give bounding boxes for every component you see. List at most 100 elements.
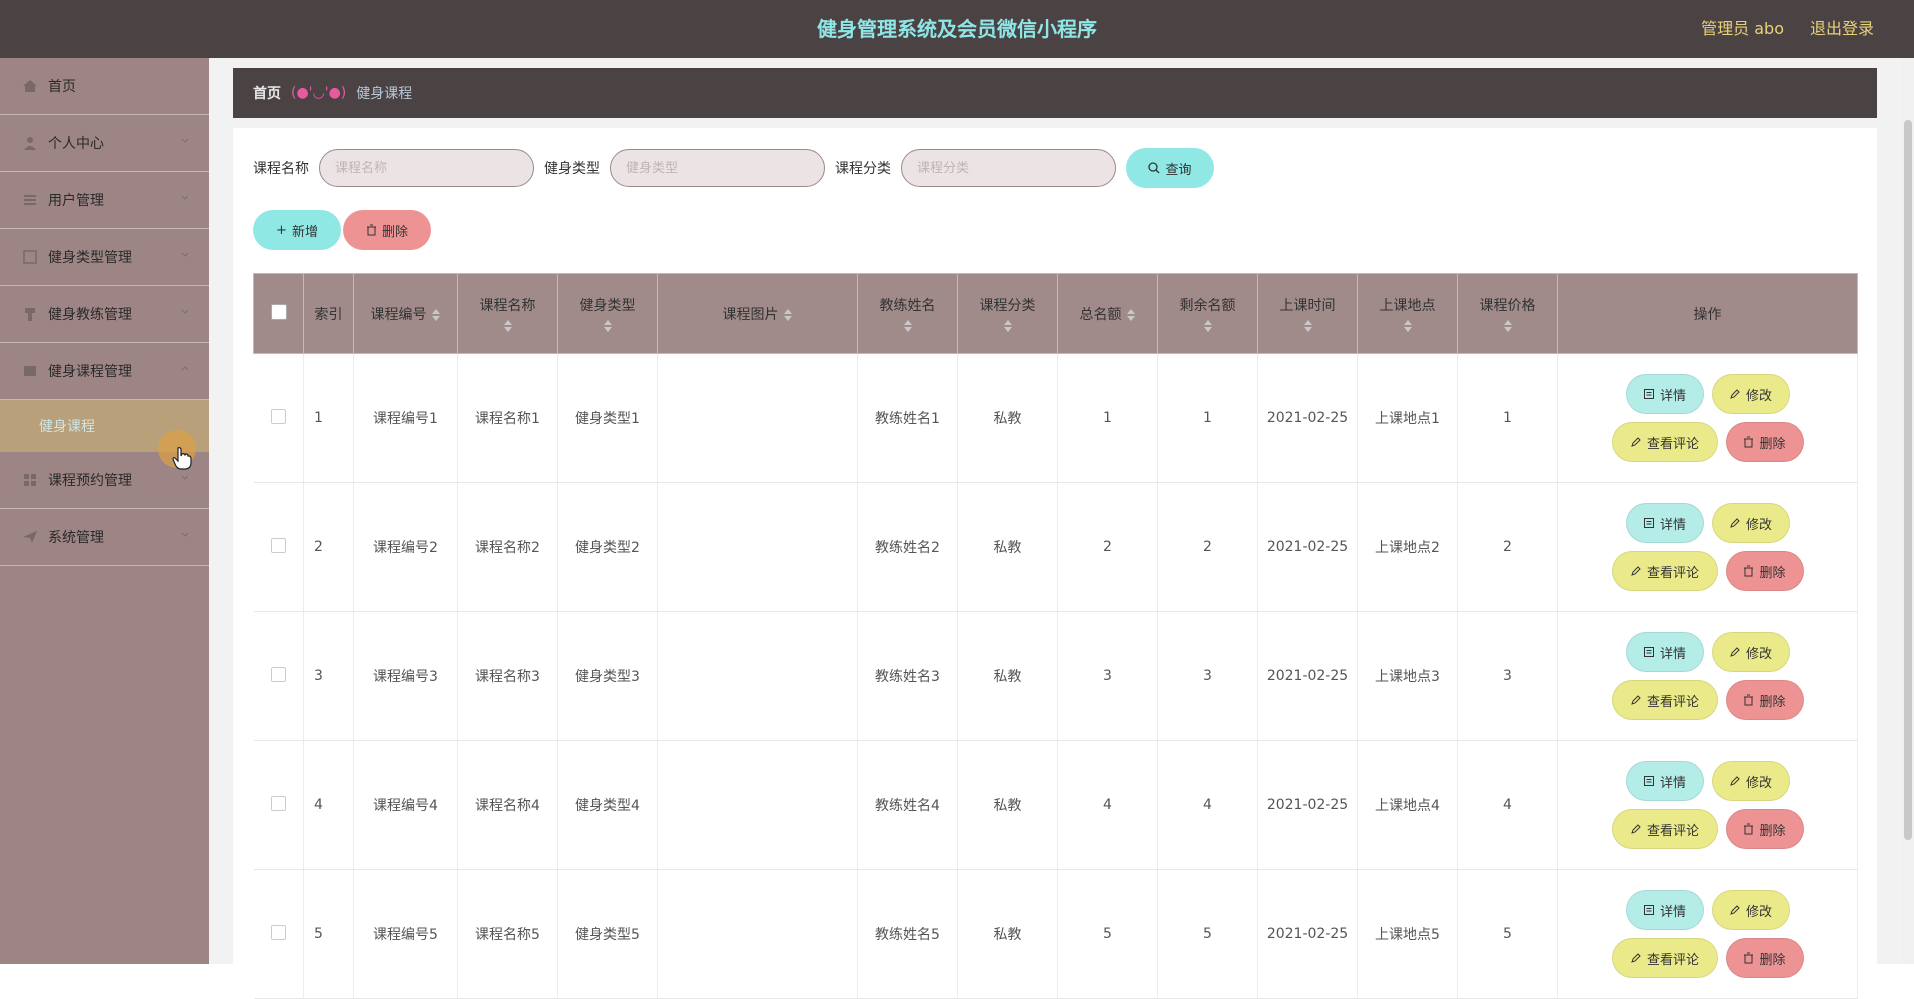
cell-code: 课程编号5 [353,869,458,999]
action-bar: + 新增 删除 [253,210,431,250]
sidebar-item-profile[interactable]: 个人中心 [0,115,209,172]
header-remaining-slots[interactable]: 剩余名额 [1157,273,1258,354]
row-actions: 详情 修改查看评论 删除 [1559,632,1856,720]
row-checkbox[interactable] [270,666,286,682]
row-delete-button[interactable]: 删除 [1725,680,1804,720]
sidebar-item-system[interactable]: 系统管理 [0,509,209,566]
select-all-checkbox[interactable] [270,303,287,320]
sidebar-item-home[interactable]: 首页 [0,58,209,115]
edit-button[interactable]: 修改 [1711,374,1790,414]
cell-time: 2021-02-25 [1257,482,1358,612]
row-checkbox[interactable] [270,924,286,940]
course-name-input[interactable] [319,149,534,187]
cell-category: 私教 [957,353,1058,483]
view-reviews-button[interactable]: 查看评论 [1611,680,1718,720]
chevron-up-icon [181,366,189,371]
row-delete-button[interactable]: 删除 [1725,551,1804,591]
edit-icon [1730,518,1740,528]
sort-icon [1126,308,1135,321]
header-course-price[interactable]: 课程价格 [1457,273,1558,354]
detail-button[interactable]: 详情 [1625,374,1704,414]
row-delete-button[interactable]: 删除 [1725,938,1804,978]
cell-image [657,353,858,483]
header-total-slots[interactable]: 总名额 [1057,273,1158,354]
fitness-type-input[interactable] [610,149,825,187]
detail-button[interactable]: 详情 [1625,632,1704,672]
cell-name: 课程名称4 [457,740,558,870]
header-course-category[interactable]: 课程分类 [957,273,1058,354]
cell-image [657,869,858,999]
row-actions-bottom: 查看评论 删除 [1611,809,1804,849]
chevron-down-icon [181,309,189,314]
edit-button[interactable]: 修改 [1711,761,1790,801]
cell-image [657,482,858,612]
scrollbar-track[interactable] [1902,58,1914,964]
sidebar-item-users[interactable]: 用户管理 [0,172,209,229]
batch-delete-button[interactable]: 删除 [343,210,431,250]
row-checkbox[interactable] [270,795,286,811]
view-reviews-button[interactable]: 查看评论 [1611,938,1718,978]
search-bar: 课程名称 健身类型 课程分类 查询 [253,148,1214,188]
cell-time: 2021-02-25 [1257,353,1358,483]
row-select-cell [253,611,304,741]
sidebar-item-fitness-types[interactable]: 健身类型管理 [0,229,209,286]
header-course-name[interactable]: 课程名称 [457,273,558,354]
header-class-time[interactable]: 上课时间 [1257,273,1358,354]
row-delete-button[interactable]: 删除 [1725,809,1804,849]
edit-icon [1631,695,1641,705]
logout-link[interactable]: 退出登录 [1810,0,1874,58]
row-checkbox[interactable] [270,537,286,553]
cell-name: 课程名称5 [457,869,558,999]
header-class-place[interactable]: 上课地点 [1357,273,1458,354]
cell-total: 4 [1057,740,1158,870]
send-icon [23,531,37,543]
detail-button-label: 详情 [1659,517,1686,533]
header-fitness-type[interactable]: 健身类型 [557,273,658,354]
select-all-cell [253,273,304,354]
cell-coach: 教练姓名2 [857,482,958,612]
view-reviews-button-label: 查看评论 [1646,436,1699,452]
detail-button[interactable]: 详情 [1625,890,1704,930]
sidebar-item-coaches[interactable]: 健身教练管理 [0,286,209,343]
edit-button[interactable]: 修改 [1711,890,1790,930]
header-label: 课程名称 [479,297,536,314]
sidebar-item-label: 课程预约管理 [48,473,132,489]
admin-label: 管理员 abo [1701,19,1784,38]
scrollbar-thumb[interactable] [1904,120,1912,840]
row-checkbox[interactable] [270,408,286,424]
detail-button[interactable]: 详情 [1625,761,1704,801]
view-reviews-button[interactable]: 查看评论 [1611,809,1718,849]
header-course-code[interactable]: 课程编号 [353,273,458,354]
edit-button[interactable]: 修改 [1711,503,1790,543]
breadcrumb-home[interactable]: 首页 [253,83,281,103]
row-actions-bottom: 查看评论 删除 [1611,551,1804,591]
view-reviews-button[interactable]: 查看评论 [1611,422,1718,462]
edit-icon [1730,905,1740,915]
grid-icon [24,474,36,486]
query-button[interactable]: 查询 [1126,148,1214,188]
row-select-cell [253,482,304,612]
edit-button-label: 修改 [1745,775,1772,791]
detail-button[interactable]: 详情 [1625,503,1704,543]
app-title: 健身管理系统及会员微信小程序 [817,17,1097,41]
sidebar: 首页 个人中心 用户管理 健身类型管理 健身教练管理 健身课程管理 健身课程 课… [0,58,209,964]
sort-icon [1403,319,1412,332]
cell-index: 3 [303,611,354,741]
sidebar-item-label: 健身课程管理 [48,364,132,380]
add-button[interactable]: + 新增 [253,210,341,250]
cell-coach: 教练姓名3 [857,611,958,741]
row-delete-button[interactable]: 删除 [1725,422,1804,462]
sidebar-item-courses[interactable]: 健身课程管理 [0,343,209,400]
edit-button-label: 修改 [1745,646,1772,662]
edit-button[interactable]: 修改 [1711,632,1790,672]
user-icon [24,137,36,150]
view-reviews-button[interactable]: 查看评论 [1611,551,1718,591]
cell-name: 课程名称2 [457,482,558,612]
cell-price: 2 [1457,482,1558,612]
course-category-input[interactable] [901,149,1116,187]
header-coach-name[interactable]: 教练姓名 [857,273,958,354]
document-icon [1643,905,1654,915]
header-course-image[interactable]: 课程图片 [657,273,858,354]
table-row: 5 课程编号5 课程名称5 健身类型5 教练姓名5 私教 5 5 2021-02-25 上课地点5… [253,869,1858,999]
breadcrumb-current: 健身课程 [356,86,413,102]
